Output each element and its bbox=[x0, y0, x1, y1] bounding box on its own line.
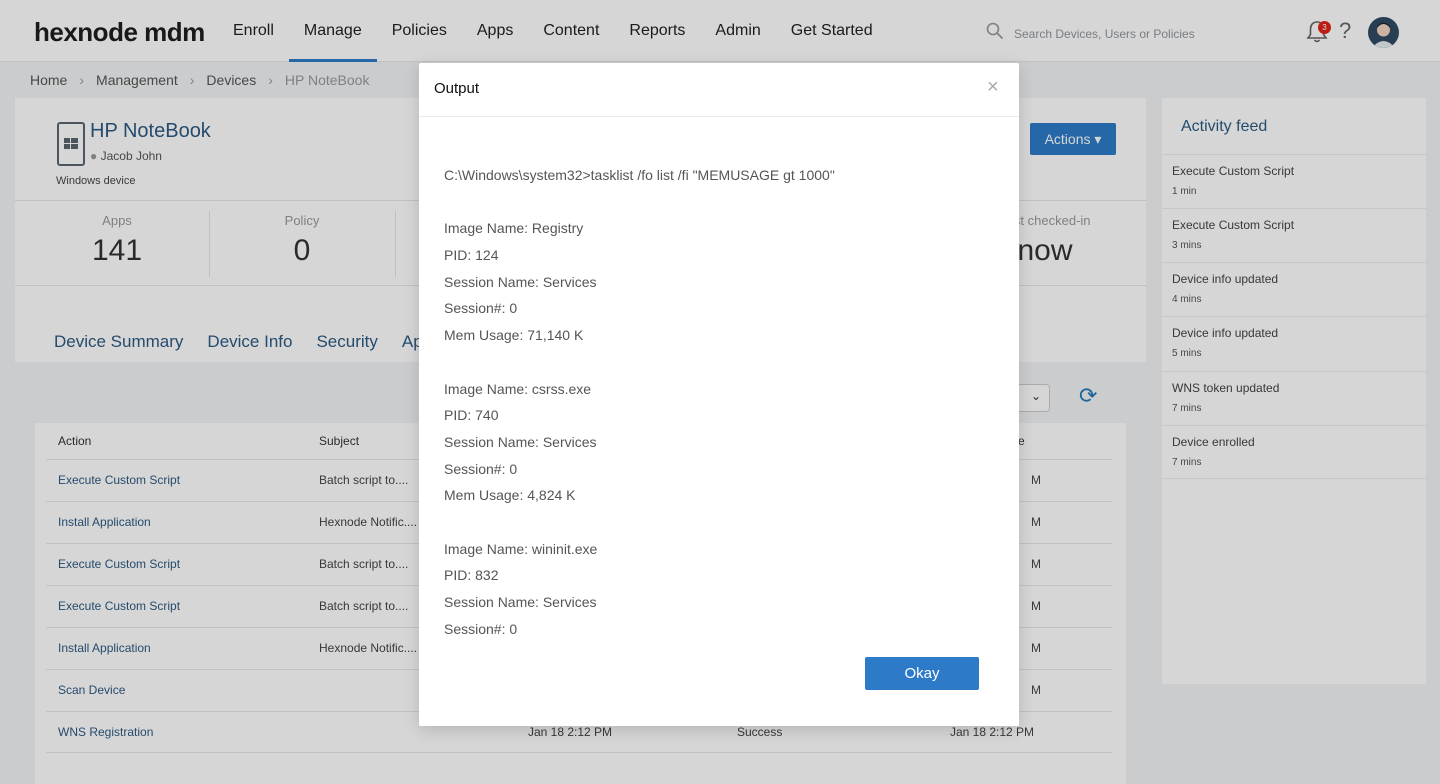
output-line: Session#: 0 bbox=[444, 300, 518, 317]
output-blank-line bbox=[444, 509, 984, 536]
output-line: Mem Usage: 71,140 K bbox=[444, 327, 584, 344]
output-line: PID: 740 bbox=[444, 407, 499, 424]
output-line: Session#: 0 bbox=[444, 460, 518, 477]
output-line: PID: 832 bbox=[444, 567, 499, 584]
output-line: Session Name: Services bbox=[444, 273, 597, 290]
output-line: Session Name: Services bbox=[444, 594, 597, 610]
modal-title: Output bbox=[434, 80, 480, 97]
output-line: PID: 124 bbox=[444, 247, 499, 264]
output-line: Image Name: wininit.exe bbox=[444, 540, 598, 557]
output-blank-line bbox=[444, 189, 984, 216]
output-line: Image Name: csrss.exe bbox=[444, 380, 592, 397]
output-line: Mem Usage: 4,824 K bbox=[444, 487, 576, 504]
close-icon[interactable]: × bbox=[987, 76, 999, 99]
output-line: C:\Windows\system32>tasklist /fo list /f… bbox=[444, 167, 835, 183]
script-output: C:\Windows\system32>tasklist /fo list /f… bbox=[444, 162, 984, 642]
okay-button[interactable]: Okay bbox=[865, 657, 979, 690]
output-line: Image Name: Registry bbox=[444, 220, 584, 237]
output-blank-line bbox=[444, 349, 984, 376]
output-line: Session#: 0 bbox=[444, 620, 518, 637]
output-modal: Output × C:\Windows\system32>tasklist /f… bbox=[419, 63, 1019, 726]
output-line: Session Name: Services bbox=[444, 433, 597, 450]
modal-header: Output × bbox=[419, 63, 1019, 117]
